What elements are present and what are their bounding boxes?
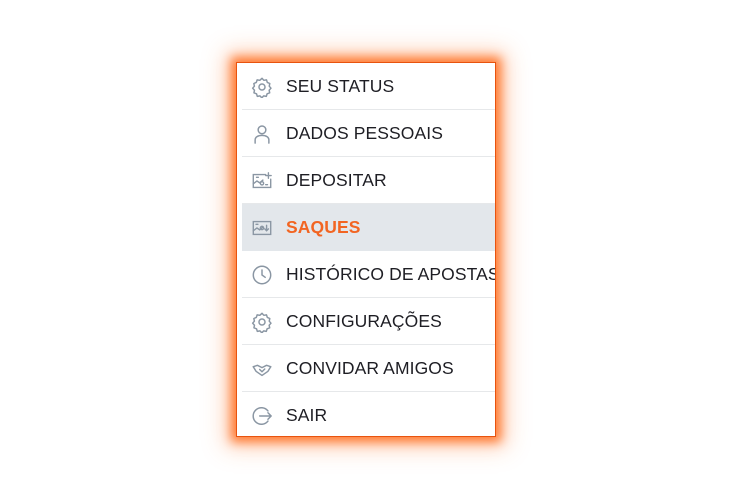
logout-icon xyxy=(250,404,274,428)
account-dropdown-menu: SEU STATUS DADOS PESSOAIS DEPOSITAR SAQU… xyxy=(236,62,496,437)
menu-item-label: HISTÓRICO DE APOSTAS xyxy=(286,264,496,284)
deposit-icon xyxy=(250,169,274,193)
withdraw-icon xyxy=(250,216,274,240)
gear-icon xyxy=(250,310,274,334)
menu-item-label: DADOS PESSOAIS xyxy=(286,123,444,143)
menu-item-seu-status[interactable]: SEU STATUS xyxy=(242,63,495,110)
menu-item-historico-de-apostas[interactable]: HISTÓRICO DE APOSTAS xyxy=(242,251,495,298)
menu-item-convidar-amigos[interactable]: CONVIDAR AMIGOS xyxy=(242,345,495,392)
menu-item-label: DEPOSITAR xyxy=(286,170,387,190)
menu-item-configuracoes[interactable]: CONFIGURAÇÕES xyxy=(242,298,495,345)
menu-item-label: SEU STATUS xyxy=(286,76,395,96)
menu-item-sair[interactable]: SAIR xyxy=(242,392,495,436)
menu-item-label: CONFIGURAÇÕES xyxy=(286,311,442,331)
page: SEU STATUS DADOS PESSOAIS DEPOSITAR SAQU… xyxy=(0,0,734,500)
person-icon xyxy=(250,122,274,146)
menu-item-saques[interactable]: SAQUES xyxy=(242,204,495,251)
menu-item-label: SAQUES xyxy=(286,217,361,237)
menu-item-dados-pessoais[interactable]: DADOS PESSOAIS xyxy=(242,110,495,157)
menu-item-depositar[interactable]: DEPOSITAR xyxy=(242,157,495,204)
handshake-icon xyxy=(250,357,274,381)
menu-item-label: SAIR xyxy=(286,405,328,425)
gear-icon xyxy=(250,75,274,99)
menu-item-label: CONVIDAR AMIGOS xyxy=(286,358,454,378)
clock-icon xyxy=(250,263,274,287)
